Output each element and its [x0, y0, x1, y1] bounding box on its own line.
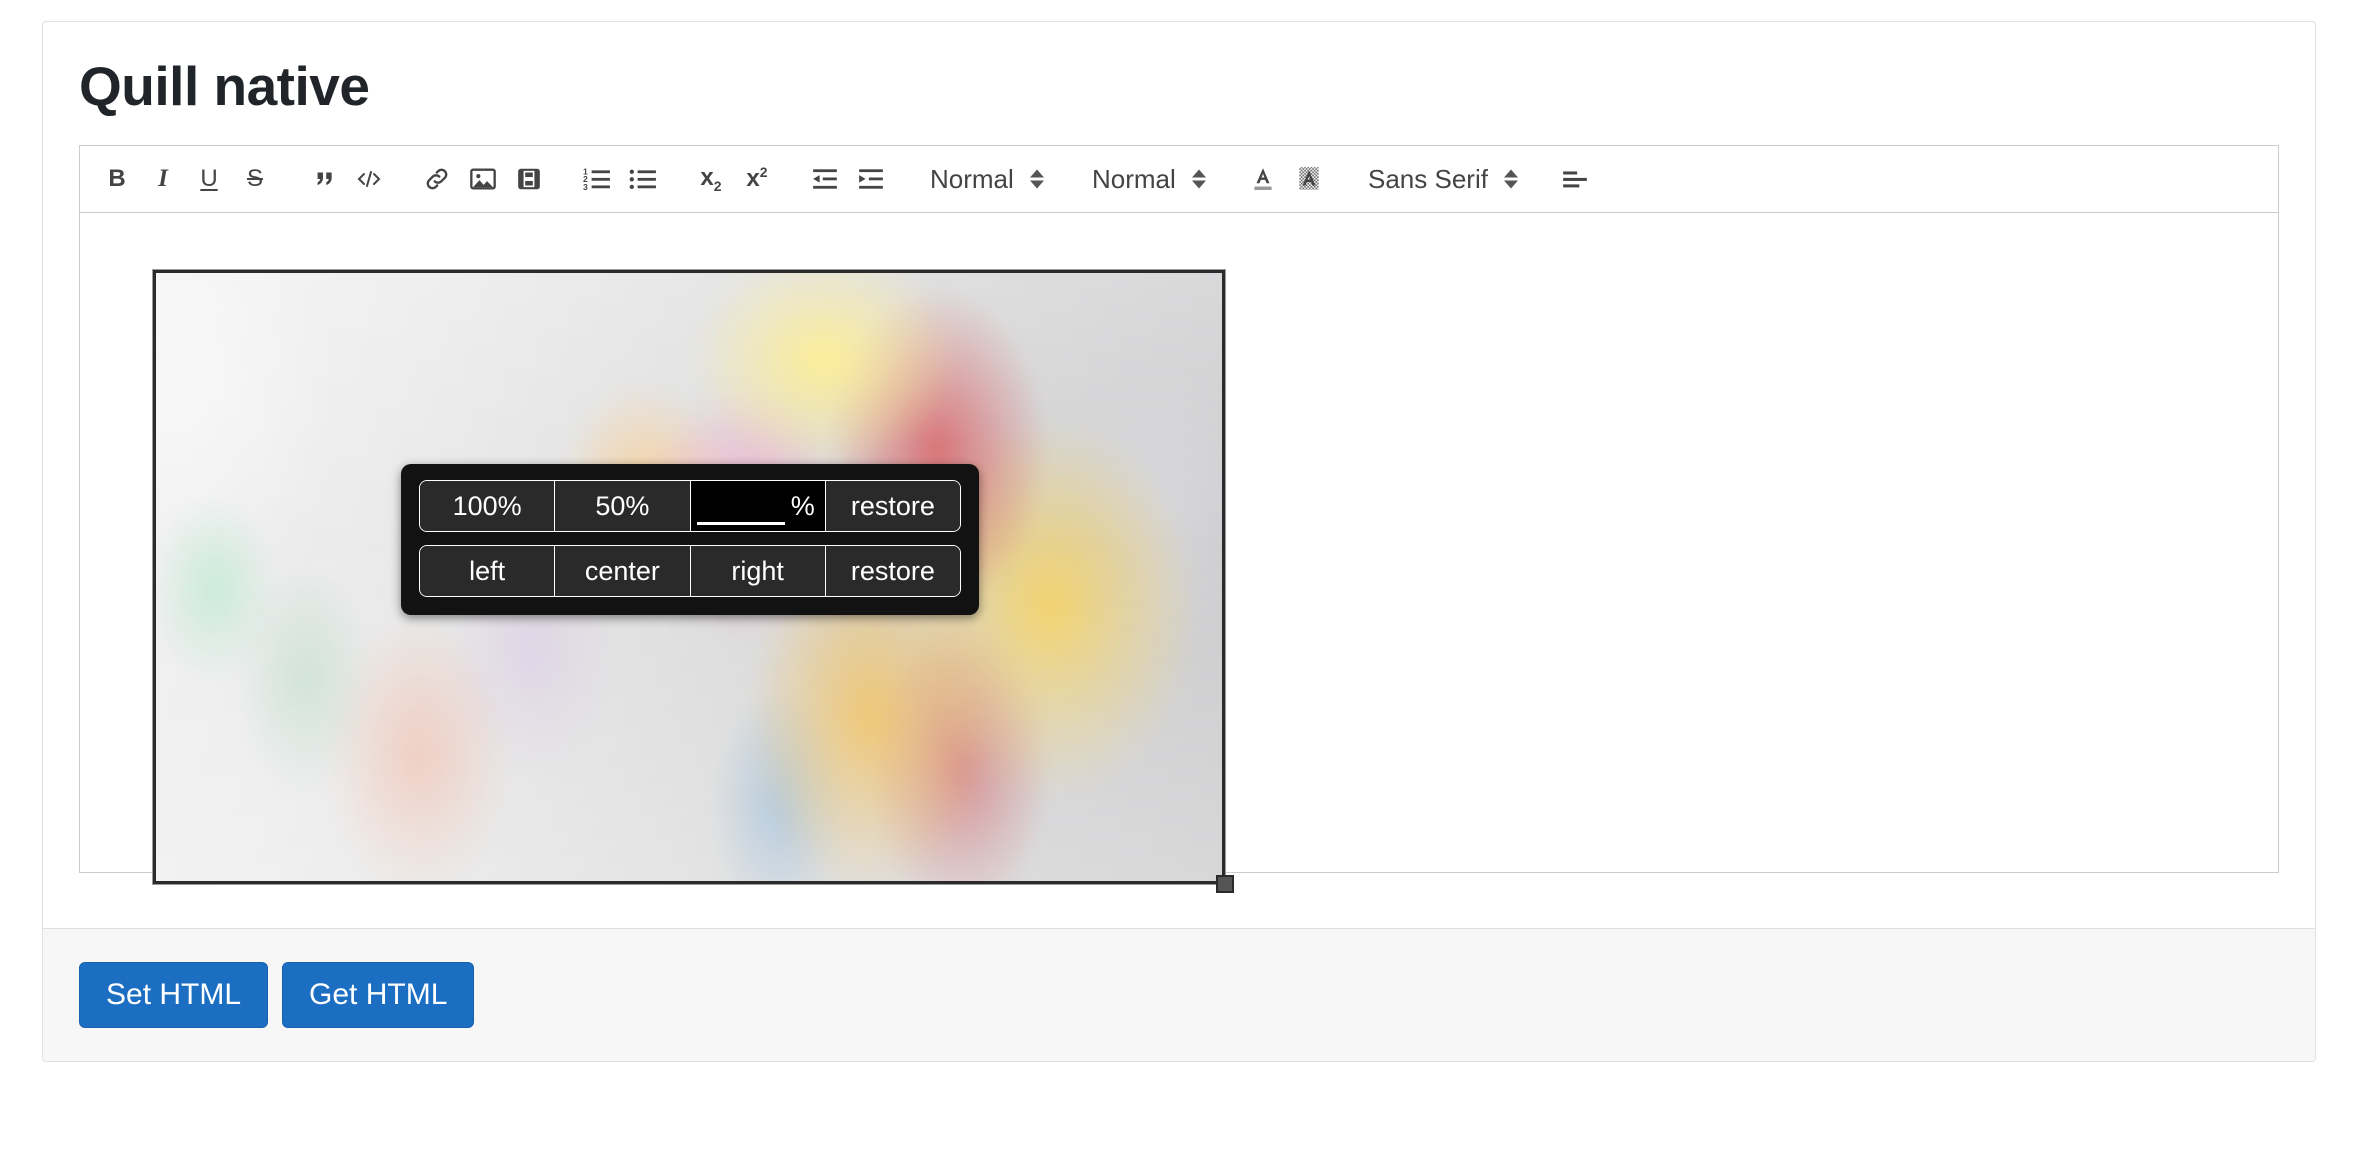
align-restore-button[interactable]: restore: [825, 546, 960, 596]
strike-icon: S: [247, 167, 263, 191]
percent-label: %: [791, 491, 817, 522]
outdent-button[interactable]: [805, 159, 845, 199]
indent-icon: [857, 166, 885, 192]
card-footer: Set HTML Get HTML: [43, 928, 2315, 1061]
strike-button[interactable]: S: [235, 159, 275, 199]
subscript-button[interactable]: x2: [691, 159, 731, 199]
outdent-icon: [811, 166, 839, 192]
ordered-list-button[interactable]: 1 2 3: [577, 159, 617, 199]
toolbar-group-colors: [1240, 159, 1332, 199]
italic-icon: I: [158, 166, 168, 191]
code-block-button[interactable]: [349, 159, 389, 199]
toolbar-group-lists: 1 2 3: [574, 159, 666, 199]
size-select-wrap: Normal: [1088, 164, 1214, 194]
toolbar-group-embeds: [414, 159, 552, 199]
background-color-button[interactable]: [1289, 159, 1329, 199]
header-select[interactable]: Normal: [926, 164, 1048, 194]
toolbar-group-inline-formats: B I U S: [94, 159, 278, 199]
subscript-icon: x2: [700, 164, 721, 194]
font-select[interactable]: Sans Serif: [1364, 164, 1522, 194]
underline-icon: U: [200, 167, 217, 191]
ordered-list-icon: 1 2 3: [583, 166, 611, 192]
bold-button[interactable]: B: [97, 159, 137, 199]
align-left-button[interactable]: left: [420, 546, 554, 596]
get-html-button[interactable]: Get HTML: [282, 962, 474, 1028]
font-color-icon: [1250, 165, 1276, 193]
image-size-button-group: 100% 50% % restore: [419, 480, 961, 532]
link-icon: [423, 165, 451, 193]
font-select-wrap: Sans Serif: [1364, 164, 1526, 194]
link-button[interactable]: [417, 159, 457, 199]
align-right-button[interactable]: right: [690, 546, 825, 596]
page-title: Quill native: [79, 56, 2279, 117]
image-resize-toolbar: 100% 50% % restore left center right res…: [401, 464, 979, 615]
blockquote-button[interactable]: [303, 159, 343, 199]
custom-size-input[interactable]: [697, 487, 785, 525]
header-select-wrap: Normal: [926, 164, 1052, 194]
video-icon: [516, 166, 542, 192]
bullet-list-button[interactable]: [623, 159, 663, 199]
resize-handle[interactable]: [1216, 875, 1234, 893]
bold-icon: B: [108, 167, 125, 191]
font-color-button[interactable]: [1243, 159, 1283, 199]
toolbar-group-indent: [802, 159, 894, 199]
bullet-list-icon: [629, 166, 657, 192]
editor-toolbar: B I U S: [79, 145, 2279, 213]
align-button[interactable]: [1555, 159, 1595, 199]
set-html-button[interactable]: Set HTML: [79, 962, 268, 1028]
underline-button[interactable]: U: [189, 159, 229, 199]
align-center-button[interactable]: center: [554, 546, 689, 596]
video-button[interactable]: [509, 159, 549, 199]
image-button[interactable]: [463, 159, 503, 199]
toolbar-group-script: x2 x2: [688, 159, 780, 199]
align-left-icon: [1561, 167, 1589, 191]
size-restore-button[interactable]: restore: [825, 481, 960, 531]
svg-text:3: 3: [583, 181, 588, 191]
quill-demo-card: Quill native B I U S: [42, 21, 2316, 1062]
toolbar-group-align: [1552, 159, 1598, 199]
custom-size-input-cell: %: [690, 481, 825, 531]
size-100-button[interactable]: 100%: [420, 481, 554, 531]
superscript-button[interactable]: x2: [737, 159, 777, 199]
background-color-icon: [1296, 165, 1322, 193]
indent-button[interactable]: [851, 159, 891, 199]
size-select[interactable]: Normal: [1088, 164, 1210, 194]
code-block-icon: [355, 166, 383, 192]
italic-button[interactable]: I: [143, 159, 183, 199]
size-50-button[interactable]: 50%: [554, 481, 689, 531]
toolbar-group-block-formats: [300, 159, 392, 199]
blockquote-icon: [310, 166, 336, 192]
image-icon: [469, 166, 497, 192]
superscript-icon: x2: [746, 164, 767, 193]
image-align-button-group: left center right restore: [419, 545, 961, 597]
